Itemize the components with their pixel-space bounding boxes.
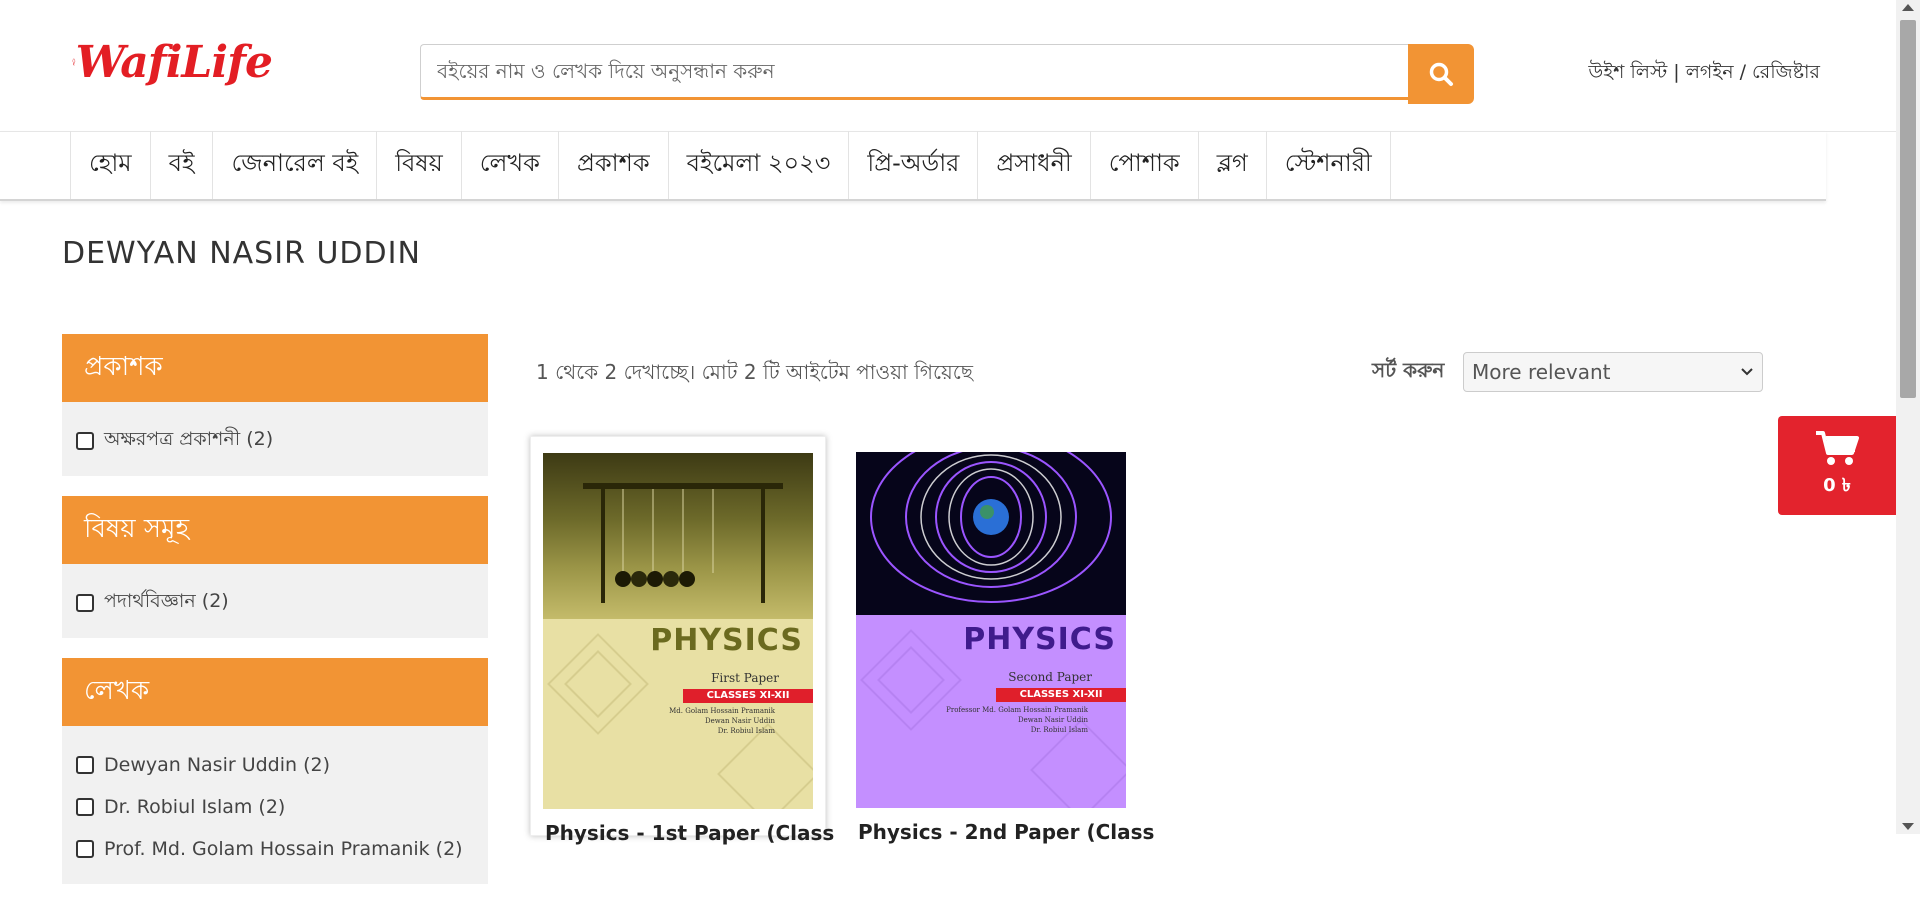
nav-item-bookfair[interactable]: বইমেলা ২০২৩ <box>667 131 849 199</box>
nav-item-preorder[interactable]: প্রি-অর্ডার <box>848 131 977 199</box>
page-scrollbar[interactable] <box>1896 0 1920 834</box>
nav-item-publishers[interactable]: প্রকাশক <box>557 131 668 199</box>
shopping-cart-icon <box>1816 431 1859 465</box>
checkbox[interactable] <box>76 432 94 450</box>
cover-heading: PHYSICS <box>650 623 803 658</box>
nav-item-books[interactable]: বই <box>149 131 213 199</box>
login-link[interactable]: লগইন <box>1686 61 1734 83</box>
cover-authors: Md. Golam Hossain Pramanik Dewan Nasir U… <box>543 706 775 736</box>
product-title[interactable]: Physics - 2nd Paper (Class <box>858 820 1154 844</box>
separator: / <box>1739 61 1753 83</box>
facet-options: অক্ষরপত্র প্রকাশনী (2) <box>62 402 488 476</box>
facet-option-label: অক্ষরপত্র প্রকাশনী (2) <box>104 428 274 450</box>
facet-option[interactable]: পদার্থবিজ্ঞান (2) <box>76 582 474 624</box>
main-nav: হোম বই জেনারেল বই বিষয় লেখক প্রকাশক বইম… <box>0 131 1826 201</box>
facet-title: প্রকাশক <box>62 334 488 402</box>
floating-cart-button[interactable]: 0 ৳ <box>1778 416 1896 515</box>
facet-options: Dewyan Nasir Uddin (2) Dr. Robiul Islam … <box>62 726 488 884</box>
nav-item-subjects[interactable]: বিষয় <box>376 131 461 199</box>
facet-option[interactable]: Dr. Robiul Islam (2) <box>76 786 474 828</box>
cover-author: Dewan Nasir Uddin <box>705 717 775 725</box>
facet-option-label: Dewyan Nasir Uddin (2) <box>104 754 331 776</box>
nav-item-general-books[interactable]: জেনারেল বই <box>212 131 376 199</box>
result-count: 1 থেকে 2 দেখাচ্ছে। মোট 2 টি আইটেম পাওয়া… <box>536 360 973 384</box>
checkbox[interactable] <box>76 594 94 612</box>
cart-amount: 0 ৳ <box>1823 475 1851 496</box>
search-bar <box>420 44 1474 104</box>
cover-author: Dewan Nasir Uddin <box>1018 716 1088 724</box>
facet-title: লেখক <box>62 658 488 726</box>
product-card[interactable]: PHYSICS First Paper CLASSES XI-XII Md. G… <box>530 436 834 845</box>
facet-author: লেখক Dewyan Nasir Uddin (2) Dr. Robiul I… <box>62 658 488 884</box>
nav-item-blog[interactable]: ব্লগ <box>1197 131 1266 199</box>
book-cover-image[interactable]: PHYSICS First Paper CLASSES XI-XII Md. G… <box>543 453 813 809</box>
product-card[interactable]: PHYSICS Second Paper CLASSES XI-XII Prof… <box>844 436 1154 844</box>
cover-author: Md. Golam Hossain Pramanik <box>669 707 775 715</box>
site-header: WafiLife উইশ লিস্ট | লগইন / রেজিষ্টার <box>0 0 1896 132</box>
facet-publisher: প্রকাশক অক্ষরপত্র প্রকাশনী (2) <box>62 334 488 476</box>
chevron-down-icon <box>1741 368 1753 376</box>
product-title[interactable]: Physics - 1st Paper (Class <box>545 821 834 845</box>
facet-option-label: Dr. Robiul Islam (2) <box>104 796 286 818</box>
nav-item-authors[interactable]: লেখক <box>460 131 558 199</box>
facet-option[interactable]: Prof. Md. Golam Hossain Pramanik (2) <box>76 828 474 870</box>
checkbox[interactable] <box>76 798 94 816</box>
wishlist-link[interactable]: উইশ লিস্ট <box>1588 61 1667 83</box>
user-links: উইশ লিস্ট | লগইন / রেজিষ্টার <box>1588 58 1820 90</box>
cover-photo <box>543 453 813 619</box>
cover-photo <box>856 452 1126 615</box>
cover-heading: PHYSICS <box>963 622 1116 657</box>
cover-authors: Professor Md. Golam Hossain Pramanik Dew… <box>856 705 1088 735</box>
search-icon <box>1429 62 1453 86</box>
filter-sidebar: প্রকাশক অক্ষরপত্র প্রকাশনী (2) বিষয় সমূ… <box>62 334 488 904</box>
facet-option[interactable]: অক্ষরপত্র প্রকাশনী (2) <box>76 420 474 462</box>
sort-label: সর্ট করুন <box>1372 358 1445 382</box>
nav-item-clothing[interactable]: পোশাক <box>1089 131 1198 199</box>
cover-author: Professor Md. Golam Hossain Pramanik <box>946 706 1088 714</box>
facet-option-label: Prof. Md. Golam Hossain Pramanik (2) <box>104 838 463 860</box>
logo-text: WafiLife <box>75 36 273 88</box>
register-link[interactable]: রেজিষ্টার <box>1752 61 1820 83</box>
scroll-up-arrow-icon[interactable] <box>1902 4 1914 11</box>
facet-options: পদার্থবিজ্ঞান (2) <box>62 564 488 638</box>
checkbox[interactable] <box>76 840 94 858</box>
search-input[interactable] <box>420 44 1408 100</box>
scrollbar-thumb[interactable] <box>1900 20 1916 398</box>
separator: | <box>1673 61 1686 83</box>
cover-paper: Second Paper <box>1008 670 1092 684</box>
wafilife-logo[interactable]: WafiLife <box>72 22 273 102</box>
sort-selected-value: More relevant <box>1472 360 1611 384</box>
facet-title: বিষয় সমূহ <box>62 496 488 564</box>
cover-classes: CLASSES XI-XII <box>683 689 813 703</box>
nav-item-home[interactable]: হোম <box>70 131 150 199</box>
checkbox[interactable] <box>76 756 94 774</box>
book-cover-image[interactable]: PHYSICS Second Paper CLASSES XI-XII Prof… <box>856 452 1126 808</box>
cover-author: Dr. Robiul Islam <box>717 727 775 735</box>
nav-item-cosmetics[interactable]: প্রসাধনী <box>977 131 1089 199</box>
facet-option-label: পদার্থবিজ্ঞান (2) <box>104 590 229 612</box>
cover-classes: CLASSES XI-XII <box>996 688 1126 702</box>
nav-item-stationery[interactable]: স্টেশনারী <box>1265 131 1391 199</box>
page-title: DEWYAN NASIR UDDIN <box>62 236 421 271</box>
search-button[interactable] <box>1408 44 1474 104</box>
cover-paper: First Paper <box>711 671 779 685</box>
cover-author: Dr. Robiul Islam <box>1030 726 1088 734</box>
scroll-down-arrow-icon[interactable] <box>1902 823 1914 830</box>
facet-option[interactable]: Dewyan Nasir Uddin (2) <box>76 744 474 786</box>
sort-select[interactable]: More relevant <box>1463 352 1763 392</box>
facet-subject: বিষয় সমূহ পদার্থবিজ্ঞান (2) <box>62 496 488 638</box>
